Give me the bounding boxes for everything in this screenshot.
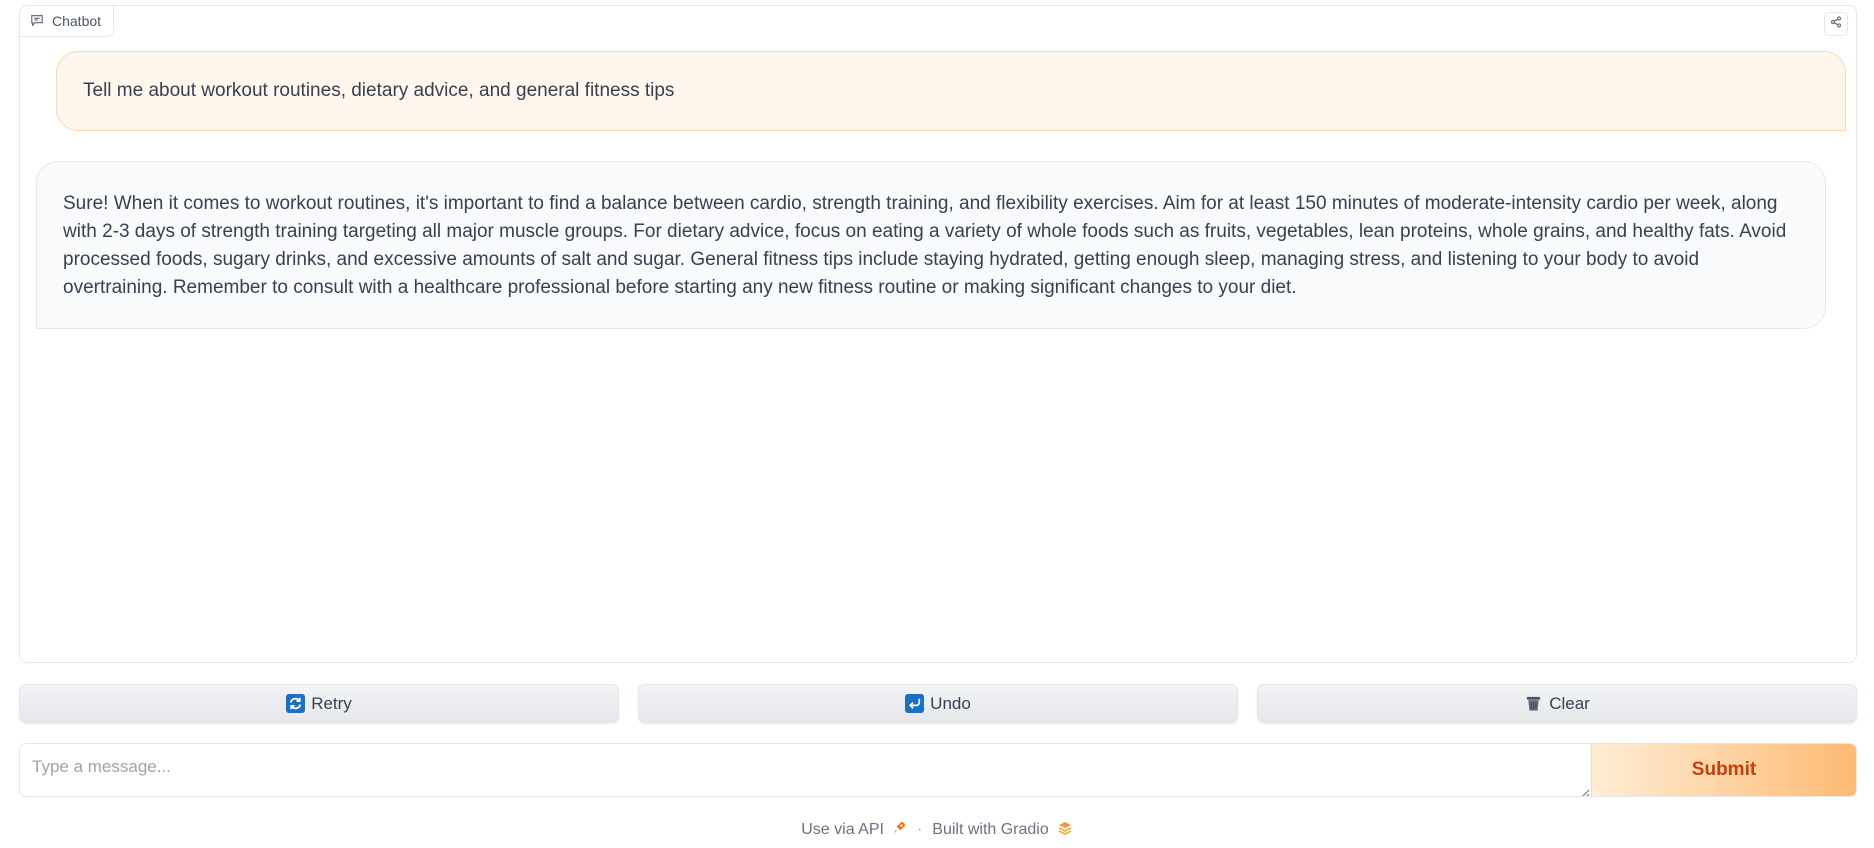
- share-icon: [1830, 15, 1842, 33]
- share-button[interactable]: [1824, 12, 1848, 36]
- clear-label: Clear: [1549, 693, 1590, 713]
- user-message: Tell me about workout routines, dietary …: [56, 51, 1846, 131]
- use-via-api-label: Use via API: [801, 821, 884, 838]
- rocket-icon: [892, 820, 907, 840]
- message-input-row: Submit: [19, 743, 1857, 797]
- gradio-logo-icon: [1057, 820, 1073, 841]
- chat-bubble-icon: [30, 13, 44, 30]
- footer: Use via API · Built with Gradio: [0, 818, 1874, 842]
- resize-handle-icon[interactable]: [1580, 785, 1590, 796]
- retry-button[interactable]: Retry: [19, 684, 619, 723]
- chatbot-label: Chatbot: [20, 6, 115, 37]
- built-with-gradio-link[interactable]: Built with Gradio: [932, 820, 1073, 841]
- submit-button[interactable]: Submit: [1591, 744, 1856, 796]
- footer-separator: ·: [916, 821, 923, 838]
- retry-label: Retry: [311, 693, 352, 713]
- retry-icon: [286, 694, 306, 713]
- bot-message-text: Sure! When it comes to workout routines,…: [63, 193, 1787, 298]
- chatbot-label-text: Chatbot: [52, 13, 102, 29]
- built-with-gradio-label: Built with Gradio: [932, 821, 1049, 838]
- message-input[interactable]: [20, 744, 1593, 796]
- undo-button[interactable]: Undo: [638, 684, 1238, 723]
- chatbot-panel: Chatbot Tell me about workout routines, …: [19, 5, 1857, 663]
- clear-button[interactable]: Clear: [1257, 684, 1857, 723]
- undo-label: Undo: [930, 693, 971, 713]
- submit-label: Submit: [1691, 759, 1757, 780]
- use-via-api-link[interactable]: Use via API: [801, 820, 907, 840]
- user-message-text: Tell me about workout routines, dietary …: [83, 80, 675, 101]
- action-buttons-row: Retry Undo Clear: [19, 684, 1857, 723]
- undo-icon: [905, 694, 925, 713]
- wastebasket-icon: [1524, 694, 1543, 713]
- bot-message: Sure! When it comes to workout routines,…: [36, 161, 1826, 329]
